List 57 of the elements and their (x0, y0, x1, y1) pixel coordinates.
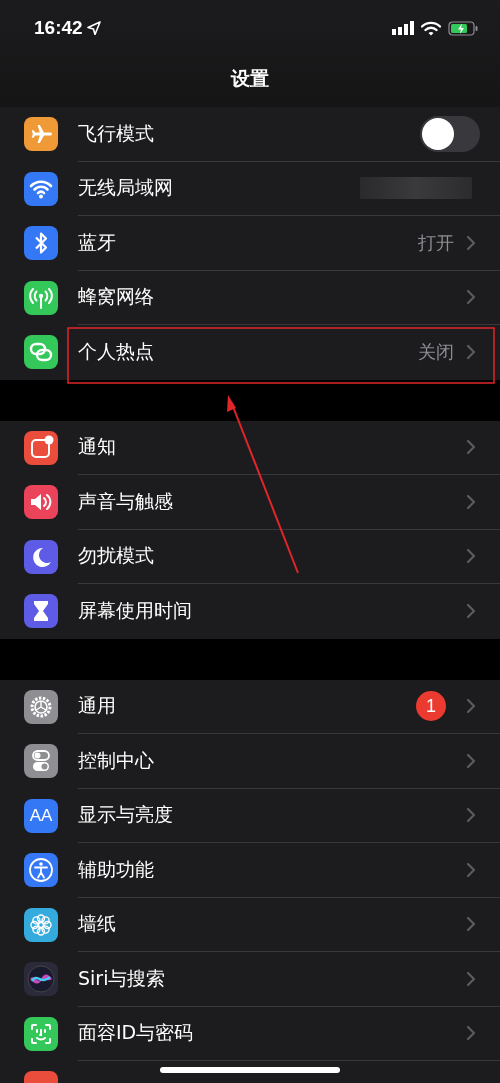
row-label: 控制中心 (78, 747, 155, 773)
row-label: 面容ID与密码 (78, 1020, 195, 1046)
location-arrow-icon (86, 21, 101, 35)
wifi-icon (421, 20, 441, 36)
row-label: 个人热点 (78, 339, 155, 365)
chevron-icon (466, 548, 476, 565)
settings-row[interactable]: 声音与触感 (0, 475, 500, 530)
row-value: 关闭 (418, 340, 454, 365)
row-label: 无线局域网 (78, 175, 174, 201)
chevron-icon (466, 439, 476, 456)
row-label: 勿扰模式 (78, 543, 155, 569)
settings-row[interactable]: 控制中心 (0, 734, 500, 789)
settings-row[interactable]: 通用 1 (0, 679, 500, 734)
chevron-icon (466, 603, 476, 620)
screen-title: 设置 (231, 65, 269, 91)
settings-row[interactable]: Siri与搜索 (0, 952, 500, 1007)
settings-row[interactable]: 飞行模式 (0, 107, 500, 162)
chevron-icon (466, 344, 476, 361)
row-label: 屏幕使用时间 (78, 598, 193, 624)
signal-icon (392, 21, 414, 35)
row-label: 声音与触感 (78, 488, 174, 514)
notification-badge: 1 (416, 691, 446, 722)
settings-row[interactable]: 通知 (0, 420, 500, 475)
text-size-icon: AA (24, 798, 58, 833)
chevron-icon (466, 861, 476, 878)
row-label: 蓝牙 (78, 229, 117, 255)
settings-row[interactable]: 蓝牙 打开 (0, 216, 500, 271)
toggle-switch[interactable] (420, 115, 480, 152)
settings-row[interactable]: 无线局域网 (0, 161, 500, 216)
settings-row[interactable]: 面容ID与密码 (0, 1006, 500, 1061)
chevron-icon (466, 698, 476, 715)
chevron-icon (466, 916, 476, 933)
settings-row[interactable]: 蜂窝网络 (0, 270, 500, 325)
row-label: 通用 (78, 693, 117, 719)
row-label: 通知 (78, 434, 117, 460)
clock-time: 16:42 (34, 17, 83, 39)
settings-row[interactable]: 屏幕使用时间 (0, 584, 500, 639)
settings-row[interactable]: 辅助功能 (0, 843, 500, 898)
row-label: 辅助功能 (78, 856, 155, 882)
battery-icon (448, 20, 478, 36)
row-value: 打开 (418, 230, 454, 255)
settings-row[interactable]: 墙纸 (0, 897, 500, 952)
chevron-icon (466, 1025, 476, 1042)
chevron-icon (466, 493, 476, 510)
row-label: Siri与搜索 (78, 965, 167, 991)
settings-row[interactable]: 勿扰模式 (0, 529, 500, 584)
chevron-icon (466, 752, 476, 769)
chevron-icon (466, 970, 476, 987)
chevron-icon (466, 234, 476, 251)
chevron-icon (466, 289, 476, 306)
settings-row[interactable]: AA 显示与亮度 (0, 788, 500, 843)
settings-row[interactable]: 个人热点 关闭 (0, 325, 500, 380)
row-label: 墙纸 (78, 911, 117, 937)
chevron-icon (466, 807, 476, 824)
row-label: 蜂窝网络 (78, 284, 155, 310)
row-label: 飞行模式 (78, 120, 155, 146)
row-label: 显示与亮度 (78, 802, 174, 828)
